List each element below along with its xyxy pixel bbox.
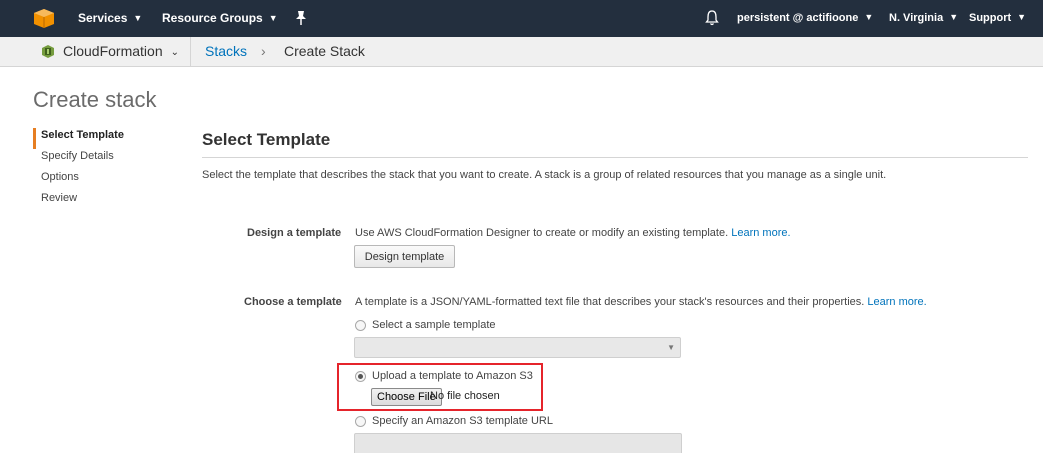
radio-button[interactable]: [355, 319, 366, 331]
file-status: No file chosen: [430, 390, 500, 402]
radio-upload-s3[interactable]: Upload a template to Amazon S3: [355, 370, 533, 382]
radio-label: Upload a template to Amazon S3: [372, 370, 533, 382]
resource-groups-menu[interactable]: Resource Groups ▼: [162, 11, 278, 25]
chevron-down-icon: ▼: [667, 343, 675, 352]
service-nav-bar: CloudFormation ⌄ Stacks › Create Stack: [0, 37, 1043, 67]
aws-logo-icon[interactable]: [34, 9, 54, 28]
region-menu[interactable]: N. Virginia ▼: [889, 12, 958, 24]
chevron-down-icon: ▼: [268, 13, 278, 23]
account-menu[interactable]: persistent @ actifioone ▼: [737, 12, 873, 24]
region-label: N. Virginia: [889, 12, 944, 24]
services-menu[interactable]: Services ▼: [78, 11, 142, 25]
breadcrumb-separator: ›: [261, 43, 266, 59]
cloudformation-icon: [42, 45, 54, 58]
step-options[interactable]: Options: [33, 170, 163, 191]
services-label: Services: [78, 11, 128, 25]
service-menu[interactable]: CloudFormation ⌄: [63, 43, 179, 59]
support-menu[interactable]: Support ▼: [969, 12, 1026, 24]
account-label: persistent @ actifioone: [737, 12, 859, 24]
choose-template-label: Choose a template: [244, 296, 342, 308]
radio-button[interactable]: [355, 415, 366, 427]
service-label: CloudFormation: [63, 43, 163, 59]
support-label: Support: [969, 12, 1012, 24]
section-description: Select the template that describes the s…: [202, 169, 887, 181]
top-nav-bar: Services ▼ Resource Groups ▼ persistent @ …: [0, 0, 1043, 37]
radio-sample-template[interactable]: Select a sample template: [355, 319, 496, 331]
breadcrumb-stacks-link[interactable]: Stacks: [205, 43, 247, 59]
chevron-down-icon: ▼: [1017, 12, 1027, 22]
s3-url-input[interactable]: [354, 433, 682, 453]
section-divider: [202, 157, 1028, 158]
design-template-button[interactable]: Design template: [354, 245, 455, 268]
breadcrumb-current: Create Stack: [284, 43, 365, 59]
step-select-template[interactable]: Select Template: [33, 128, 163, 149]
pin-icon[interactable]: [294, 10, 308, 26]
design-template-label: Design a template: [247, 227, 342, 239]
wizard-steps: Select Template Specify Details Options …: [33, 128, 163, 212]
step-specify-details[interactable]: Specify Details: [33, 149, 163, 170]
step-review[interactable]: Review: [33, 191, 163, 212]
divider: [190, 37, 191, 66]
bell-icon[interactable]: [705, 9, 719, 26]
resource-groups-label: Resource Groups: [162, 11, 263, 25]
chevron-down-icon: ▼: [949, 12, 959, 22]
chevron-down-icon: ⌄: [170, 47, 179, 58]
choose-learn-more-link[interactable]: Learn more.: [867, 296, 926, 308]
section-title: Select Template: [202, 130, 331, 149]
design-template-text: Use AWS CloudFormation Designer to creat…: [355, 227, 729, 239]
choose-template-description: A template is a JSON/YAML-formatted text…: [355, 296, 927, 308]
radio-s3-url[interactable]: Specify an Amazon S3 template URL: [355, 415, 553, 427]
design-template-description: Use AWS CloudFormation Designer to creat…: [355, 227, 791, 239]
design-learn-more-link[interactable]: Learn more.: [731, 227, 790, 239]
chevron-down-icon: ▼: [133, 13, 143, 23]
sample-template-select[interactable]: ▼: [354, 337, 681, 358]
radio-label: Specify an Amazon S3 template URL: [372, 415, 553, 427]
choose-template-text: A template is a JSON/YAML-formatted text…: [355, 296, 865, 308]
radio-button-selected[interactable]: [355, 370, 366, 382]
page-title: Create stack: [33, 87, 157, 112]
chevron-down-icon: ▼: [864, 12, 874, 22]
radio-label: Select a sample template: [372, 319, 496, 331]
